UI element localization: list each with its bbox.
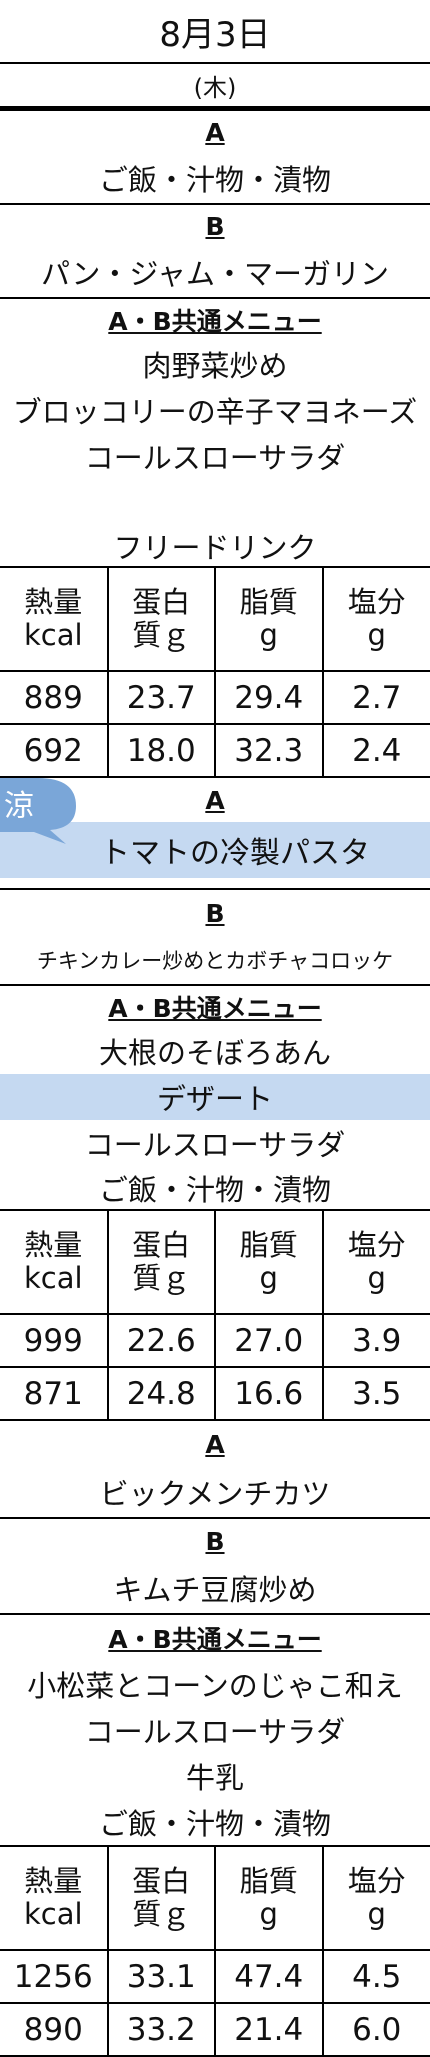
meal-a-label: A xyxy=(0,111,430,153)
nutrition-row-a: 1256 33.1 47.4 4.5 xyxy=(0,1950,430,2003)
salt-value: 3.9 xyxy=(323,1314,430,1367)
nutrition-table: 熱量kcal 蛋白質ｇ 脂質g 塩分g 889 23.7 29.4 2.7 69… xyxy=(0,566,430,778)
common-item: 大根のそぼろあん xyxy=(0,1028,430,1074)
fat-value: 27.0 xyxy=(215,1314,323,1367)
energy-value: 1256 xyxy=(0,1950,108,2003)
common-item: ご飯・汁物・漬物 xyxy=(0,1799,430,1845)
date-header: 8月3日 (木) xyxy=(0,0,430,111)
nutrition-header-salt: 塩分g xyxy=(323,1846,430,1950)
nutrition-header-energy: 熱量kcal xyxy=(0,1846,108,1950)
fat-value: 32.3 xyxy=(215,724,323,777)
common-item: コールスローサラダ xyxy=(0,1707,430,1753)
fat-value: 47.4 xyxy=(215,1950,323,2003)
protein-value: 33.2 xyxy=(108,2003,216,2056)
protein-value: 18.0 xyxy=(108,724,216,777)
meal-b-menu: キムチ豆腐炒め xyxy=(0,1563,430,1615)
common-menu-label: A・B共通メニュー xyxy=(0,1615,430,1661)
meal-b-menu: パン・ジャム・マーガリン xyxy=(0,247,430,299)
energy-value: 871 xyxy=(0,1367,108,1420)
meal-block-1: A ご飯・汁物・漬物 B パン・ジャム・マーガリン A・B共通メニュー 肉野菜炒… xyxy=(0,111,430,778)
protein-value: 24.8 xyxy=(108,1367,216,1420)
energy-value: 692 xyxy=(0,724,108,777)
cool-badge-icon: 涼 xyxy=(0,774,76,844)
salt-value: 6.0 xyxy=(323,2003,430,2056)
protein-value: 22.6 xyxy=(108,1314,216,1367)
nutrition-header-fat: 脂質g xyxy=(215,1210,323,1314)
common-item: フリードリンク xyxy=(0,525,430,566)
nutrition-header-salt: 塩分g xyxy=(323,567,430,671)
energy-value: 889 xyxy=(0,671,108,724)
common-item: ご飯・汁物・漬物 xyxy=(0,1166,430,1209)
nutrition-header-protein: 蛋白質ｇ xyxy=(108,1846,216,1950)
common-item: ブロッコリーの辛子マヨネーズ xyxy=(0,387,430,433)
protein-value: 23.7 xyxy=(108,671,216,724)
salt-value: 4.5 xyxy=(323,1950,430,2003)
meal-a-menu: ご飯・汁物・漬物 xyxy=(0,153,430,205)
meal-b-label: B xyxy=(0,205,430,247)
meal-a-menu: ビックメンチカツ xyxy=(0,1467,430,1519)
nutrition-header-protein: 蛋白質ｇ xyxy=(108,1210,216,1314)
common-menu-label: A・B共通メニュー xyxy=(0,299,430,341)
nutrition-row-b: 890 33.2 21.4 6.0 xyxy=(0,2003,430,2056)
common-item: コールスローサラダ xyxy=(0,1120,430,1166)
protein-value: 33.1 xyxy=(108,1950,216,2003)
meal-b-label: B xyxy=(0,890,430,936)
common-item: コールスローサラダ xyxy=(0,433,430,479)
fat-value: 29.4 xyxy=(215,671,323,724)
menu-sheet: 8月3日 (木) A ご飯・汁物・漬物 B パン・ジャム・マーガリン A・B共通… xyxy=(0,0,430,2057)
nutrition-table: 熱量kcal 蛋白質ｇ 脂質g 塩分g 999 22.6 27.0 3.9 87… xyxy=(0,1209,430,1421)
nutrition-row-b: 871 24.8 16.6 3.5 xyxy=(0,1367,430,1420)
energy-value: 890 xyxy=(0,2003,108,2056)
fat-value: 16.6 xyxy=(215,1367,323,1420)
common-item-dessert: デザート xyxy=(0,1074,430,1120)
meal-block-3: A ビックメンチカツ B キムチ豆腐炒め A・B共通メニュー 小松菜とコーンのじ… xyxy=(0,1421,430,2057)
weekday-label: (木) xyxy=(0,64,430,106)
common-item: 牛乳 xyxy=(0,1753,430,1799)
energy-value: 999 xyxy=(0,1314,108,1367)
nutrition-table: 熱量kcal 蛋白質ｇ 脂質g 塩分g 1256 33.1 47.4 4.5 8… xyxy=(0,1845,430,2057)
meal-b-menu: チキンカレー炒めとカボチャコロッケ xyxy=(0,936,430,986)
nutrition-header-energy: 熱量kcal xyxy=(0,1210,108,1314)
salt-value: 2.4 xyxy=(323,724,430,777)
meal-b-label: B xyxy=(0,1519,430,1563)
nutrition-header-energy: 熱量kcal xyxy=(0,567,108,671)
nutrition-header-fat: 脂質g xyxy=(215,1846,323,1950)
common-item: 小松菜とコーンのじゃこ和え xyxy=(0,1661,430,1707)
nutrition-header-salt: 塩分g xyxy=(323,1210,430,1314)
fat-value: 21.4 xyxy=(215,2003,323,2056)
salt-value: 3.5 xyxy=(323,1367,430,1420)
meal-block-2: A トマトの冷製パスタ B チキンカレー炒めとカボチャコロッケ A・B共通メニュ… xyxy=(0,778,430,1421)
menu-page: 8月3日 (木) A ご飯・汁物・漬物 B パン・ジャム・マーガリン A・B共通… xyxy=(0,0,430,1982)
spacer xyxy=(0,479,430,525)
date-label: 8月3日 xyxy=(0,0,430,64)
nutrition-row-a: 889 23.7 29.4 2.7 xyxy=(0,671,430,724)
common-item: 肉野菜炒め xyxy=(0,341,430,387)
nutrition-header-fat: 脂質g xyxy=(215,567,323,671)
nutrition-row-b: 692 18.0 32.3 2.4 xyxy=(0,724,430,777)
spacer xyxy=(0,878,430,890)
badge-label: 涼 xyxy=(4,789,34,824)
salt-value: 2.7 xyxy=(323,671,430,724)
meal-a-label: A xyxy=(0,1421,430,1467)
nutrition-row-a: 999 22.6 27.0 3.9 xyxy=(0,1314,430,1367)
common-menu-label: A・B共通メニュー xyxy=(0,986,430,1028)
nutrition-header-protein: 蛋白質ｇ xyxy=(108,567,216,671)
